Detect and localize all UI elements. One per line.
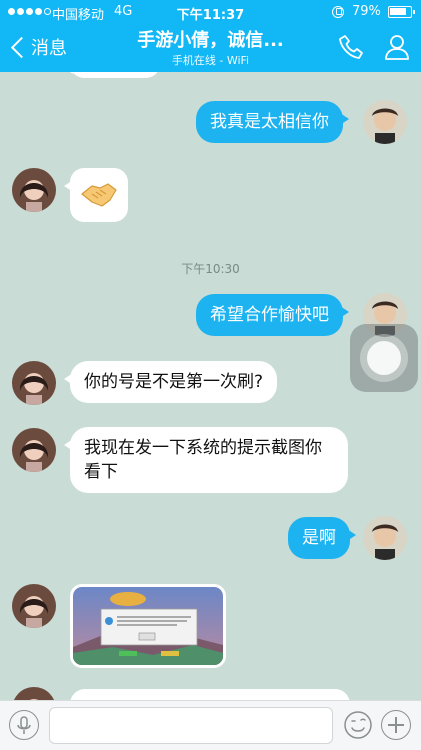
emoji-button[interactable] [343,710,373,740]
message-bubble-incoming[interactable]: 你的号是不是第一次刷? [63,361,278,403]
message-bubble-partial [64,72,160,78]
orientation-lock-icon [332,6,344,18]
chevron-left-icon [10,36,33,58]
message-bubble-outgoing[interactable]: 希望合作愉快吧 [196,294,349,336]
contact-avatar[interactable] [12,428,56,472]
profile-button[interactable] [382,32,412,62]
screenshot-thumbnail [73,587,223,665]
assistive-touch-button[interactable] [350,324,418,392]
person-icon [385,35,409,60]
message-timestamp: 下午10:30 [181,262,240,276]
voice-input-button[interactable] [9,710,39,740]
chat-title: 手游小倩，诚信... [137,30,284,51]
contact-avatar[interactable] [12,168,56,212]
battery-icon [388,6,415,18]
handshake-icon [81,183,117,207]
my-avatar[interactable] [363,516,407,560]
back-button[interactable]: 消息 [8,33,67,61]
message-bubble-outgoing[interactable]: 我真是太相信你 [196,101,349,143]
online-status: 手机在线 - WiFi [171,54,250,67]
chat-header[interactable]: 手游小倩，诚信... 手机在线 - WiFi [110,28,311,68]
microphone-icon [17,716,31,734]
message-bubble-outgoing[interactable]: 是啊 [288,517,356,559]
emoji-message[interactable] [64,168,128,222]
input-bar [0,700,421,750]
image-message[interactable] [70,584,226,668]
status-bar: 中国移动 4G 下午11:37 79% [0,0,421,24]
battery-percent: 79% [352,4,381,19]
contact-avatar[interactable] [12,361,56,405]
my-avatar[interactable] [363,100,407,144]
more-options-button[interactable] [381,710,411,740]
smiley-icon [344,711,372,739]
message-bubble-partial [70,689,350,700]
phone-icon [339,35,363,59]
contact-avatar[interactable] [12,584,56,628]
back-label: 消息 [31,38,67,59]
top-bar: 中国移动 4G 下午11:37 79% 消息 手游小倩，诚信... 手机在线 -… [0,0,421,72]
message-input[interactable] [49,707,333,744]
message-bubble-incoming[interactable]: 我现在发一下系统的提示截图你看下 [64,427,348,493]
contact-avatar[interactable] [12,687,56,700]
phone-call-button[interactable] [336,32,366,62]
